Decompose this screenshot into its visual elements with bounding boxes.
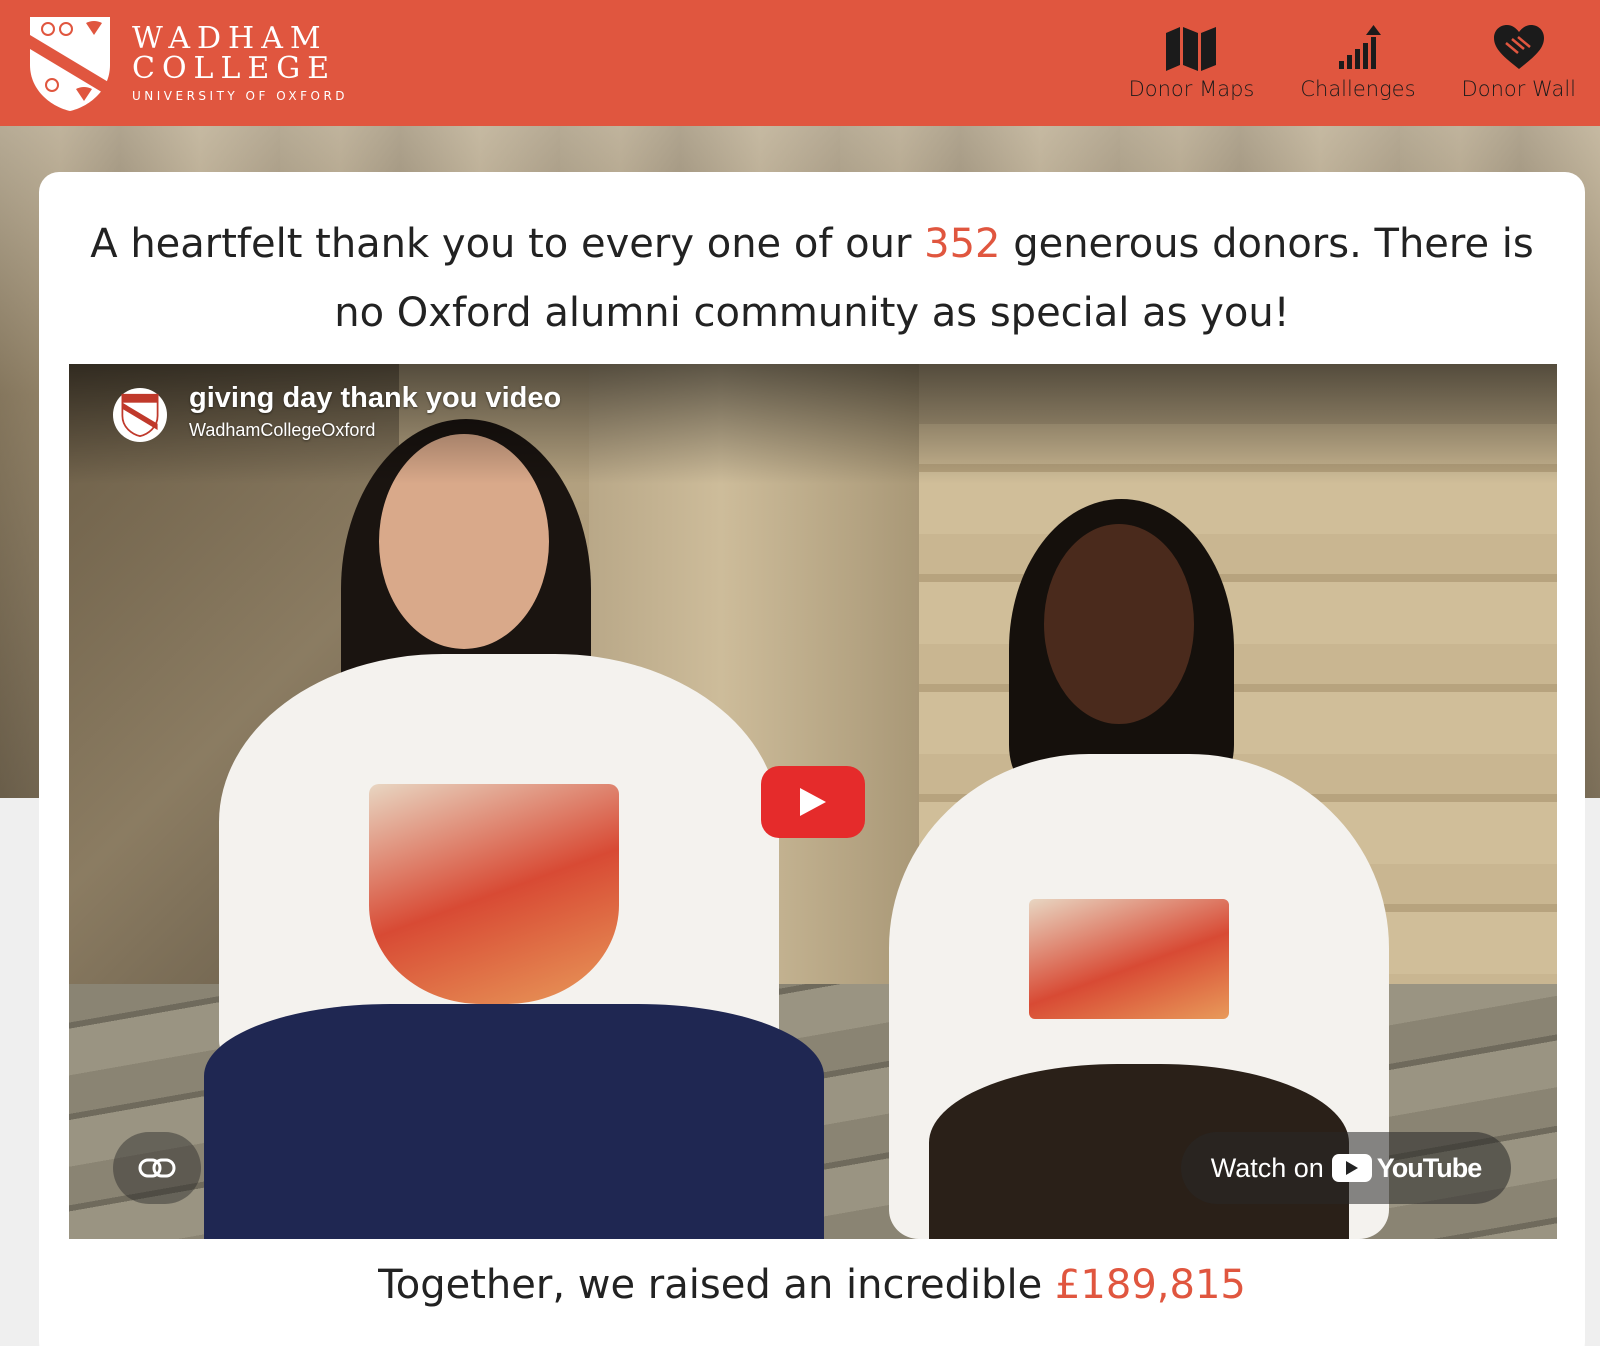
channel-name[interactable]: WadhamCollegeOxford xyxy=(189,420,375,441)
play-icon xyxy=(800,788,826,816)
channel-avatar[interactable] xyxy=(113,388,167,442)
brand-subtitle: UNIVERSITY OF OXFORD xyxy=(132,89,349,103)
total-raised-message: Together, we raised an incredible £189,8… xyxy=(79,1262,1545,1308)
heart-hands-icon xyxy=(1493,25,1544,69)
copy-link-button[interactable] xyxy=(113,1132,201,1204)
nav-donor-wall[interactable]: Donor Wall xyxy=(1462,25,1576,101)
video-title[interactable]: giving day thank you video xyxy=(189,382,561,415)
thank-you-text-start: A heartfelt thank you to every one of ou… xyxy=(90,221,925,267)
watch-on-label: Watch on xyxy=(1210,1152,1324,1183)
crest-icon xyxy=(30,17,110,111)
link-icon xyxy=(138,1158,176,1178)
nav-donor-wall-label: Donor Wall xyxy=(1461,77,1576,101)
person-left-trousers xyxy=(204,1004,824,1239)
thank-you-card: A heartfelt thank you to every one of ou… xyxy=(39,172,1585,1346)
site-header: WADHAM COLLEGE UNIVERSITY OF OXFORD Dono… xyxy=(0,0,1600,126)
person-left-shirt-print xyxy=(369,784,619,1004)
brand-name-line1: WADHAM xyxy=(132,21,328,56)
youtube-logo: YouTube xyxy=(1331,1152,1482,1184)
person-right-face xyxy=(1044,524,1194,724)
youtube-wordmark: YouTube xyxy=(1376,1152,1482,1183)
brand-name-line2: COLLEGE xyxy=(132,51,337,86)
main-nav: Donor Maps Challenges Donor Wall xyxy=(1083,25,1576,101)
college-logo[interactable]: WADHAM COLLEGE UNIVERSITY OF OXFORD xyxy=(26,13,348,113)
nav-challenges-label: Challenges xyxy=(1300,77,1416,101)
crest-icon xyxy=(121,393,159,437)
play-button[interactable] xyxy=(761,766,865,838)
total-raised-amount: £189,815 xyxy=(1054,1262,1246,1308)
total-raised-text: Together, we raised an incredible xyxy=(378,1262,1055,1308)
chart-up-icon xyxy=(1338,25,1381,69)
youtube-play-icon xyxy=(1331,1154,1372,1182)
watch-on-youtube-button[interactable]: Watch on YouTube xyxy=(1181,1132,1511,1204)
nav-donor-maps-label: Donor Maps xyxy=(1128,77,1255,101)
thank-you-message: A heartfelt thank you to every one of ou… xyxy=(79,210,1545,348)
map-icon xyxy=(1166,27,1217,71)
nav-challenges[interactable]: Challenges xyxy=(1300,25,1416,101)
youtube-embed[interactable]: giving day thank you video WadhamCollege… xyxy=(69,364,1557,1239)
nav-donor-maps[interactable]: Donor Maps xyxy=(1128,25,1255,101)
donor-count: 352 xyxy=(924,221,1001,267)
person-right-shirt-print xyxy=(1029,899,1229,1019)
